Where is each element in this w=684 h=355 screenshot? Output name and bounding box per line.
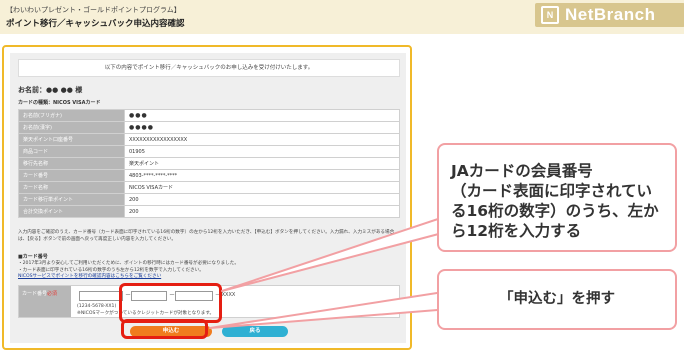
callout-submit: 「申込む」を押す (437, 269, 677, 330)
callout-line: ら12桁を入力する (451, 222, 582, 240)
callout-pointer-card (221, 214, 451, 292)
callout-line: る16桁の数字）のうち、左か (451, 202, 659, 220)
callout-line: （カード表面に印字されてい (451, 182, 653, 200)
callout-card-number: JAカードの会員番号 （カード表面に印字されてい る16桁の数字）のうち、左か … (437, 143, 677, 252)
callout-line: JAカードの会員番号 (451, 162, 593, 180)
callout-pointer-submit (209, 290, 451, 329)
